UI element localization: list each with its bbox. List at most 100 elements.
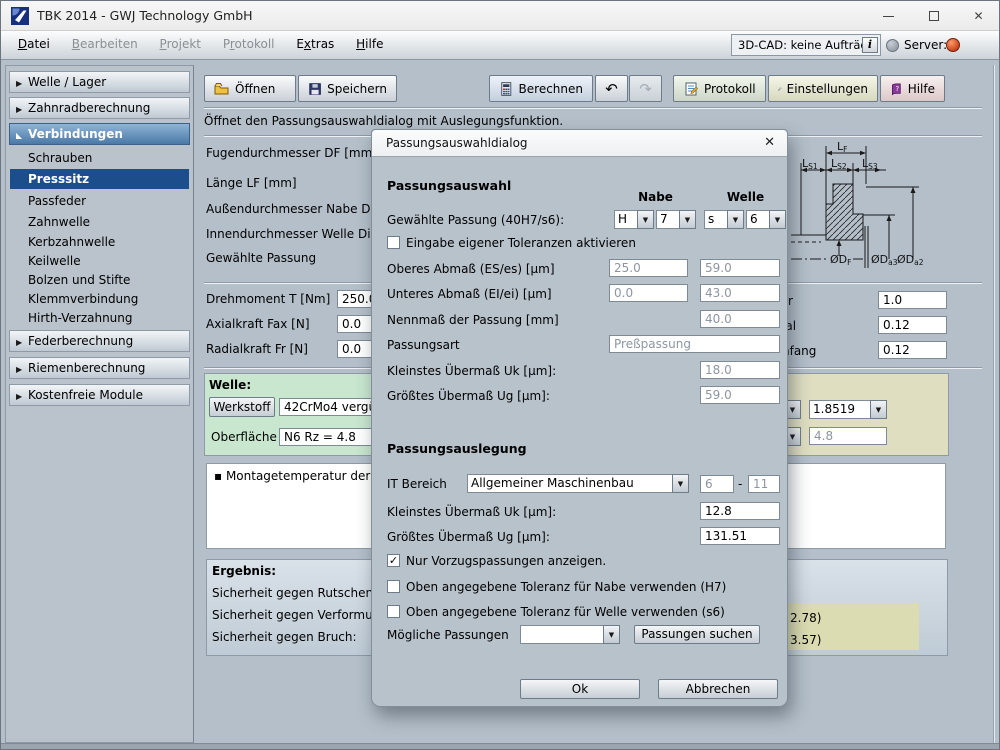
dialog-close-button[interactable]: ✕: [764, 130, 775, 156]
info-button[interactable]: i: [862, 37, 878, 53]
sidebar-header-zahnradberechnung[interactable]: ▶Zahnradberechnung: [9, 97, 190, 119]
sidebar-item-keilwelle[interactable]: Keilwelle: [10, 251, 189, 271]
help-book-icon: ?: [890, 81, 903, 97]
moegliche-passungen-combo[interactable]: ▼: [520, 625, 620, 644]
svg-text:ØDa2: ØDa2: [897, 253, 924, 267]
toleranz-nabe-checkbox[interactable]: [387, 580, 400, 593]
section-passungsauswahl: Passungsauswahl: [387, 178, 511, 193]
fragment-field-1[interactable]: 1.0: [878, 291, 947, 309]
result-row-verformung: Sicherheit gegen Verformung: [212, 608, 388, 622]
nabe-letter-combo[interactable]: H▼: [614, 210, 654, 229]
sidebar-item-presssitz[interactable]: Presssitz: [10, 169, 189, 189]
result-row-bruch: Sicherheit gegen Bruch:: [212, 630, 357, 644]
column-nabe: Nabe: [614, 190, 697, 204]
svg-text:LS2: LS2: [831, 157, 847, 171]
toleranz-welle-label: Oben angegebene Toleranz für Welle verwe…: [406, 605, 725, 619]
sidebar-item-bolzen-stifte[interactable]: Bolzen und Stifte: [10, 270, 189, 290]
dialog-title: Passungsauswahldialog: [386, 130, 528, 156]
status-hint: Öffnet den Passungsauswahldialog mit Aus…: [204, 114, 563, 128]
sidebar-header-verbindungen[interactable]: ◣Verbindungen: [9, 123, 190, 145]
menu-extras[interactable]: Extras: [287, 31, 343, 58]
auslegung-uk-field[interactable]: 12.8: [700, 502, 780, 520]
sidebar-header-welle-lager[interactable]: ▶Welle / Lager: [9, 71, 190, 93]
nabe-combo-value[interactable]: 1.8519▼: [809, 400, 887, 419]
redo-button[interactable]: ↷: [629, 75, 662, 102]
sidebar-item-kerbzahnwelle[interactable]: Kerbzahnwelle: [10, 232, 189, 252]
undo-button[interactable]: ↶: [595, 75, 628, 102]
open-folder-icon: [214, 81, 230, 97]
close-button[interactable]: ✕: [956, 1, 1000, 31]
fragment-field-3[interactable]: 0.12: [878, 341, 947, 359]
chevron-expanded-icon: ◣: [16, 126, 28, 146]
welle-number-combo[interactable]: 6▼: [746, 210, 786, 229]
toleranz-welle-checkbox[interactable]: [387, 605, 400, 618]
uk-field: 18.0: [700, 361, 780, 379]
sidebar-item-hirth-verzahnung[interactable]: Hirth-Verzahnung: [10, 308, 189, 328]
auslegung-ug-field[interactable]: 131.51: [700, 527, 780, 545]
sidebar: ▶Welle / Lager ▶Zahnradberechnung ◣Verbi…: [5, 65, 194, 743]
oberflaeche-field[interactable]: N6 Rz = 4.8: [279, 428, 377, 446]
chevron-right-icon: ▶: [16, 100, 28, 120]
it-bereich-combo[interactable]: Allgemeiner Maschinenbau▼: [467, 474, 689, 493]
floppy-disk-icon: [308, 81, 322, 97]
server-label: Server:: [904, 31, 947, 59]
it-von-field: 6: [700, 475, 734, 493]
right-groove: [993, 65, 995, 743]
server-led-icon: [946, 38, 960, 52]
dialog-titlebar[interactable]: Passungsauswahldialog ✕: [372, 130, 787, 157]
sidebar-header-federberechnung[interactable]: ▶Federberechnung: [9, 330, 190, 352]
unteres-abmass-label: Unteres Abmaß (EI/ei) [µm]: [387, 287, 552, 301]
undo-icon: ↶: [605, 80, 618, 98]
cad-status-box: 3D-CAD: keine Aufträge i: [731, 34, 881, 56]
label-gewaehlte-passung: Gewählte Passung: [206, 251, 316, 265]
sidebar-item-zahnwelle[interactable]: Zahnwelle: [10, 212, 189, 232]
protocol-button[interactable]: Protokoll: [673, 75, 766, 102]
menu-datei[interactable]: Datei: [9, 31, 59, 58]
sidebar-header-kostenfreie-module[interactable]: ▶Kostenfreie Module: [9, 384, 190, 406]
svg-text:LS1: LS1: [802, 157, 818, 171]
werkstoff-button[interactable]: Werkstoff: [209, 397, 275, 417]
result-title: Ergebnis:: [212, 564, 276, 578]
sidebar-header-riemenberechnung[interactable]: ▶Riemenberechnung: [9, 357, 190, 379]
eigene-toleranzen-label: Eingabe eigener Toleranzen aktivieren: [406, 236, 636, 250]
it-bis-field: 11: [748, 475, 780, 493]
nabe-number-combo[interactable]: 7▼: [656, 210, 696, 229]
it-dash: -: [738, 477, 742, 491]
maximize-button[interactable]: [911, 1, 956, 31]
sidebar-item-schrauben[interactable]: Schrauben: [10, 148, 189, 168]
ok-button[interactable]: Ok: [520, 679, 640, 699]
menu-protokoll: Protokoll: [214, 31, 284, 58]
chevron-right-icon: ▶: [16, 333, 28, 353]
fragment-field-2[interactable]: 0.12: [878, 316, 947, 334]
label-radialkraft: Radialkraft Fr [N]: [206, 342, 308, 356]
svg-text:ØDa3: ØDa3: [871, 253, 898, 267]
passungen-suchen-button[interactable]: Passungen suchen: [634, 625, 760, 644]
passungsauswahl-dialog: Passungsauswahldialog ✕ Passungsauswahl …: [371, 129, 788, 707]
settings-button[interactable]: Einstellungen: [768, 75, 878, 102]
toleranz-nabe-label: Oben angegebene Toleranz für Nabe verwen…: [406, 580, 726, 594]
save-button[interactable]: Speichern: [298, 75, 397, 102]
eigene-toleranzen-checkbox[interactable]: [387, 236, 400, 249]
calculate-button[interactable]: Berechnen: [489, 75, 593, 102]
sidebar-item-klemmverbindung[interactable]: Klemmverbindung: [10, 289, 189, 309]
passungsart-field: Preßpassung: [609, 335, 780, 353]
chevron-down-icon: ▼: [672, 474, 689, 493]
werkstoff-field[interactable]: 42CrMo4 vergütet: [279, 398, 377, 416]
app-window: TBK 2014 - GWJ Technology GmbH ✕ Datei B…: [0, 0, 1000, 750]
label-drehmoment: Drehmoment T [Nm]: [206, 292, 330, 306]
window-title: TBK 2014 - GWJ Technology GmbH: [37, 1, 253, 31]
menubar: Datei Bearbeiten Projekt Protokoll Extra…: [1, 31, 1000, 60]
welle-letter-combo[interactable]: s▼: [704, 210, 744, 229]
minimize-button[interactable]: [866, 1, 911, 31]
oberes-welle-field: 59.0: [700, 259, 780, 277]
menu-hilfe[interactable]: Hilfe: [347, 31, 392, 58]
cancel-button[interactable]: Abbrechen: [658, 679, 778, 699]
chevron-right-icon: ▶: [16, 387, 28, 407]
vorzugspassungen-checkbox[interactable]: ✓: [387, 554, 400, 567]
result-value-2: 3.57): [790, 633, 821, 647]
sidebar-item-passfeder[interactable]: Passfeder: [10, 191, 189, 211]
press-fit-drawing: LF LS1 LS2 LS3 ØDF ØDa3 ØDa2: [791, 138, 991, 281]
open-button[interactable]: Öffnen: [204, 75, 296, 102]
close-icon: ✕: [973, 9, 983, 23]
help-button[interactable]: ? Hilfe: [880, 75, 945, 102]
